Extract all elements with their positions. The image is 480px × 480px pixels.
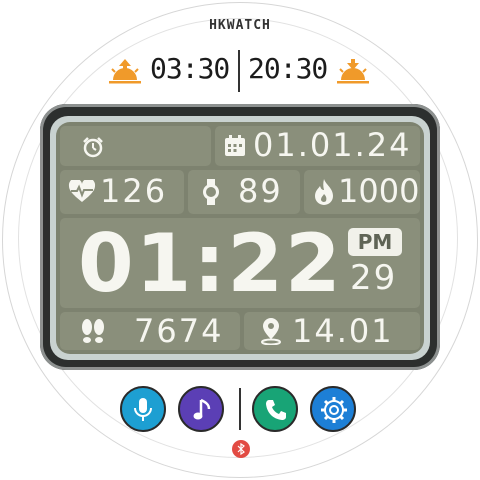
distance-cell[interactable]: 14.01 — [244, 312, 420, 350]
heart-pulse-icon — [68, 180, 96, 202]
microphone-icon — [134, 398, 152, 421]
music-button[interactable] — [178, 386, 224, 432]
bluetooth-status — [232, 440, 250, 458]
gear-icon — [321, 397, 347, 423]
heart-rate-value: 126 — [100, 172, 168, 210]
bluetooth-icon — [237, 443, 245, 455]
footprints-icon — [82, 319, 104, 343]
stress-value: 89 — [238, 172, 283, 210]
lcd-panel: 01.01.24 126 89 1000 01:22 PM 29 7674 14… — [56, 122, 424, 354]
location-pin-icon — [261, 318, 281, 345]
buttons-divider — [239, 388, 241, 430]
alarm-clock-icon — [83, 137, 103, 158]
date-value: 01.01.24 — [253, 126, 412, 164]
heart-rate-cell[interactable]: 126 — [60, 170, 184, 214]
watch-icon — [203, 179, 219, 205]
sunrise-icon — [109, 59, 141, 84]
seconds-value: 29 — [350, 258, 398, 298]
steps-cell[interactable]: 7674 — [60, 312, 240, 350]
main-time: 01:22 — [78, 217, 343, 310]
sunset-icon — [337, 59, 369, 84]
alarm-cell[interactable] — [60, 126, 211, 166]
phone-button[interactable] — [252, 386, 298, 432]
sunset-time: 20:30 — [248, 52, 328, 85]
music-note-icon — [193, 398, 211, 420]
ampm-badge: PM — [348, 228, 402, 256]
brand-logo: HKWATCH — [209, 18, 271, 33]
steps-value: 7674 — [134, 312, 224, 350]
phone-icon — [266, 400, 286, 420]
flame-icon — [315, 179, 333, 205]
voice-assistant-button[interactable] — [120, 386, 166, 432]
settings-button[interactable] — [310, 386, 356, 432]
calories-cell[interactable]: 1000 — [304, 170, 420, 214]
sun-divider — [238, 50, 240, 92]
stress-cell[interactable]: 89 — [188, 170, 300, 214]
distance-value: 14.01 — [292, 312, 394, 350]
calories-value: 1000 — [338, 172, 420, 210]
calendar-icon — [225, 135, 245, 156]
sunrise-time: 03:30 — [150, 52, 230, 85]
date-cell[interactable]: 01.01.24 — [215, 126, 420, 166]
